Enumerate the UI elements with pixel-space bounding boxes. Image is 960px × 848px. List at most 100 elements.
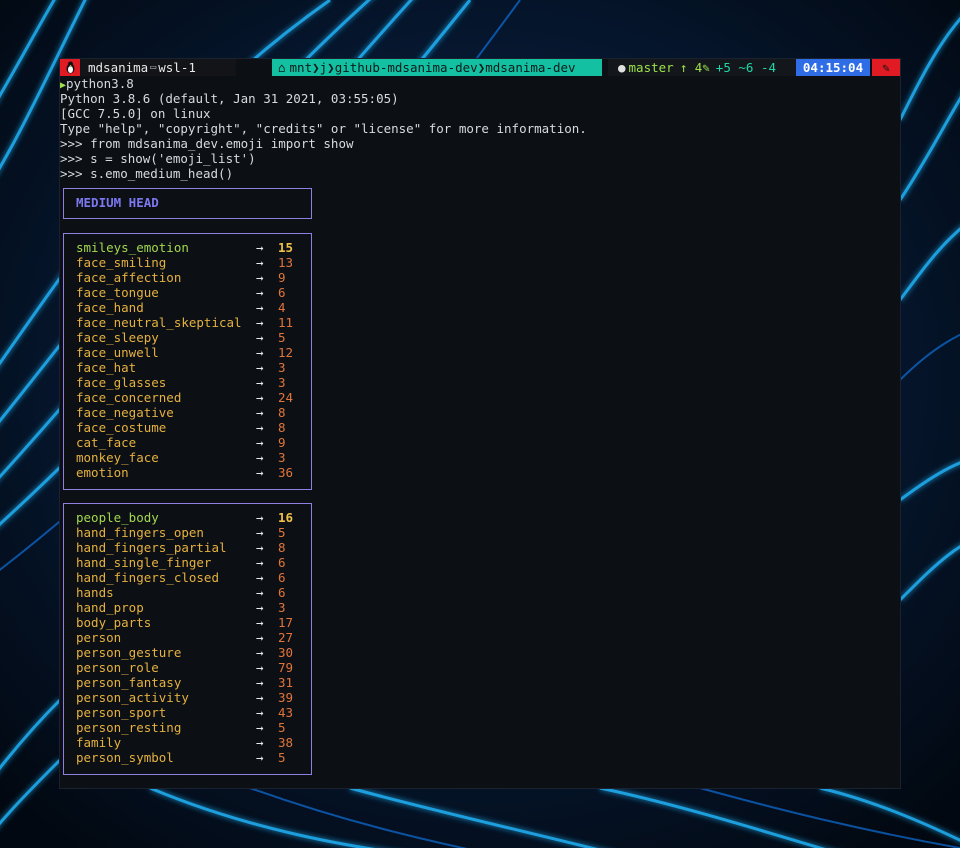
subgroup-name: cat_face: [76, 435, 137, 450]
subgroup-count: 11: [278, 315, 294, 330]
subgroup-count: 6: [278, 285, 286, 300]
subgroup-count: 5: [278, 525, 286, 540]
subgroup-name: face_glasses: [76, 375, 167, 390]
subgroup-name: person_activity: [76, 690, 189, 705]
path-separator-icon: ❯: [327, 60, 335, 75]
terminal-window[interactable]: mdsanima ▭ wsl-1 ⌂ mnt ❯ j ❯ github-mdsa…: [60, 59, 900, 788]
arrow-icon: →: [256, 270, 264, 285]
prompt-clock-segment: 04:15:04: [796, 59, 870, 76]
arrow-icon: →: [256, 555, 264, 570]
subgroup-count: 3: [278, 360, 286, 375]
path-part: mdsanima-dev: [485, 60, 576, 75]
path-part: j: [319, 60, 328, 75]
subgroup-name: hand_fingers_closed: [76, 570, 219, 585]
medium-head-title: MEDIUM HEAD: [76, 195, 159, 210]
arrow-icon: →: [256, 645, 264, 660]
subgroup-name: face_unwell: [76, 345, 159, 360]
arrow-icon: →: [256, 510, 264, 525]
prompt-os-segment: [60, 59, 80, 76]
category-name: people_body: [76, 510, 159, 525]
subgroup-count: 79: [278, 660, 294, 675]
subgroup-name: emotion: [76, 465, 129, 480]
git-changes: +5 ~6 -4: [715, 60, 777, 75]
subgroup-name: person_gesture: [76, 645, 182, 660]
subgroup-count: 6: [278, 555, 286, 570]
arrow-icon: →: [256, 435, 264, 450]
command-line: ▶python3.8: [60, 76, 587, 91]
output-line: Type "help", "copyright", "credits" or "…: [60, 121, 587, 136]
subgroup-count: 13: [278, 255, 294, 270]
output-line: >>> s = show('emoji_list'): [60, 151, 256, 166]
arrow-icon: →: [256, 420, 264, 435]
folder-icon: ⌂: [278, 60, 286, 75]
prompt-end-segment: ✎: [872, 59, 900, 76]
arrow-icon: →: [256, 750, 264, 765]
subgroup-name: person_fantasy: [76, 675, 182, 690]
arrow-icon: →: [256, 375, 264, 390]
arrow-icon: →: [256, 540, 264, 555]
category-total: 15: [278, 240, 294, 255]
output-line: >>> s.emo_medium_head(): [60, 166, 234, 181]
edit-icon: ✎: [702, 60, 710, 75]
subgroup-name: face_neutral_skeptical: [76, 315, 242, 330]
prompt-path-segment: ⌂ mnt ❯ j ❯ github-mdsanima-dev ❯ mdsani…: [272, 59, 602, 76]
shell-prompt: mdsanima ▭ wsl-1 ⌂ mnt ❯ j ❯ github-mdsa…: [60, 59, 900, 76]
prompt-user-segment: mdsanima ▭ wsl-1: [80, 59, 236, 76]
git-branch: master: [628, 60, 674, 75]
terminal-output: ▶python3.8 Python 3.8.6 (default, Jan 31…: [60, 76, 587, 181]
subgroup-count: 30: [278, 645, 294, 660]
arrow-icon: →: [256, 405, 264, 420]
subgroup-count: 5: [278, 330, 286, 345]
subgroup-name: person_symbol: [76, 750, 174, 765]
clock-value: 04:15:04: [802, 60, 864, 75]
prompt-git-segment: ● master ↑ 4 ✎ +5 ~6 -4: [608, 59, 808, 76]
path-separator-icon: ❯: [312, 60, 320, 75]
subgroup-count: 27: [278, 630, 294, 645]
subgroup-count: 24: [278, 390, 294, 405]
subgroup-name: family: [76, 735, 122, 750]
arrow-icon: →: [256, 330, 264, 345]
subgroup-count: 8: [278, 420, 286, 435]
subgroup-count: 39: [278, 690, 294, 705]
subgroup-count: 31: [278, 675, 294, 690]
output-text: python3.8: [66, 76, 134, 91]
arrow-icon: →: [256, 600, 264, 615]
arrow-icon: →: [256, 705, 264, 720]
subgroup-name: person_sport: [76, 705, 167, 720]
subgroup-name: face_hand: [76, 300, 144, 315]
subgroup-name: hand_fingers_open: [76, 525, 204, 540]
subgroup-count: 36: [278, 465, 294, 480]
penguin-icon: [66, 61, 74, 74]
arrow-icon: →: [256, 345, 264, 360]
path-part: github-mdsanima-dev: [334, 60, 478, 75]
laptop-icon: ▭: [150, 62, 157, 73]
subgroup-count: 8: [278, 540, 286, 555]
subgroup-count: 6: [278, 570, 286, 585]
arrow-icon: →: [256, 390, 264, 405]
category-total: 16: [278, 510, 294, 525]
emoji-group-box: people_body → 16 hand_fingers_open → 5 hand_fi…: [63, 503, 312, 775]
arrow-icon: →: [256, 570, 264, 585]
subgroup-count: 3: [278, 450, 286, 465]
subgroup-name: hand_prop: [76, 600, 144, 615]
arrow-icon: →: [256, 300, 264, 315]
arrow-icon: →: [256, 660, 264, 675]
prompt-user: mdsanima: [88, 60, 149, 75]
arrow-icon: →: [256, 630, 264, 645]
subgroup-name: body_parts: [76, 615, 152, 630]
subgroup-count: 12: [278, 345, 294, 360]
subgroup-name: face_hat: [76, 360, 137, 375]
arrow-icon: →: [256, 285, 264, 300]
arrow-icon: →: [256, 675, 264, 690]
emoji-group-box: smileys_emotion → 15 face_smiling → 13 face_af…: [63, 233, 312, 490]
subgroup-count: 9: [278, 270, 286, 285]
arrow-icon: →: [256, 615, 264, 630]
arrow-icon: →: [256, 690, 264, 705]
subgroup-count: 6: [278, 585, 286, 600]
arrow-icon: →: [256, 525, 264, 540]
arrow-icon: →: [256, 240, 264, 255]
subgroup-name: hand_fingers_partial: [76, 540, 227, 555]
subgroup-count: 4: [278, 300, 286, 315]
subgroup-name: face_tongue: [76, 285, 159, 300]
subgroup-count: 43: [278, 705, 294, 720]
